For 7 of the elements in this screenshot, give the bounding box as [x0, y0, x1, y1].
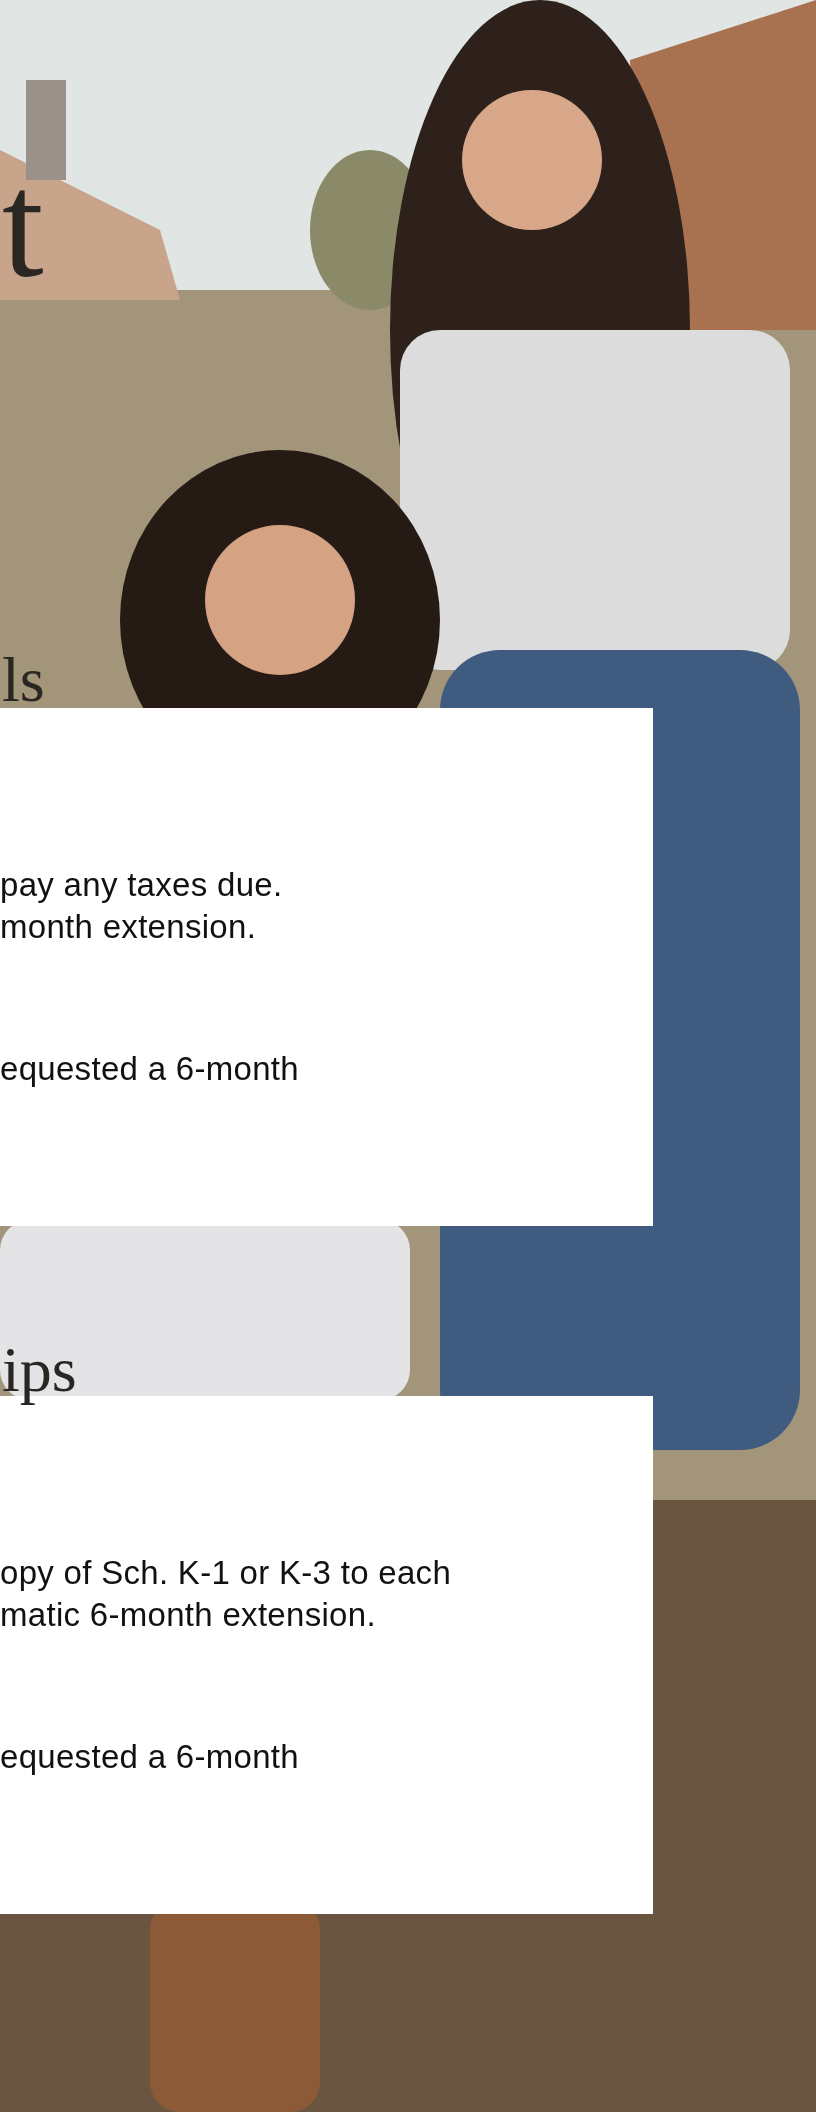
section-heading: ips	[2, 1333, 77, 1407]
body-text: equested a 6-month	[0, 1737, 300, 1777]
body-text: pay any taxes due. month extension.	[0, 865, 284, 947]
section-heading: ls	[2, 643, 45, 717]
body-text: opy of Sch. K-1 or K-3 to each matic 6-month extension.	[0, 1553, 453, 1635]
body-text: equested a 6-month	[0, 1049, 300, 1089]
page-heading: t	[2, 150, 44, 300]
